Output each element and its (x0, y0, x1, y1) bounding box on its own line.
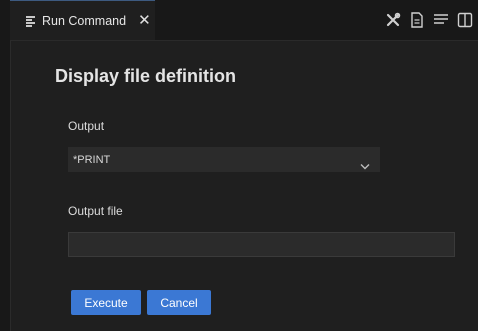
run-command-window: Run Command ✕ Display file definition Ou… (0, 0, 478, 331)
output-file-input[interactable] (68, 232, 455, 257)
editor-tab-bar: Run Command ✕ (10, 0, 478, 41)
chevron-down-icon (360, 155, 370, 174)
page-title: Display file definition (55, 66, 237, 86)
output-select-value: *PRINT (73, 153, 111, 166)
file-lines-icon (26, 15, 36, 27)
output-select[interactable]: *PRINT (68, 147, 380, 172)
tab-label: Run Command (42, 13, 127, 28)
tab-run-command[interactable]: Run Command ✕ (10, 0, 155, 40)
split-editor-icon[interactable] (456, 10, 474, 30)
output-label: Output (68, 119, 105, 133)
execute-button[interactable]: Execute (71, 290, 141, 315)
output-file-label: Output file (68, 204, 123, 218)
cancel-button[interactable]: Cancel (147, 290, 211, 315)
editor-toolbar (384, 10, 474, 30)
close-icon[interactable]: ✕ (138, 13, 151, 28)
form-panel: Display file definition Output *PRINT Ou… (0, 41, 478, 331)
tools-icon[interactable] (384, 10, 402, 30)
document-icon[interactable] (408, 10, 426, 30)
list-icon[interactable] (432, 10, 450, 30)
